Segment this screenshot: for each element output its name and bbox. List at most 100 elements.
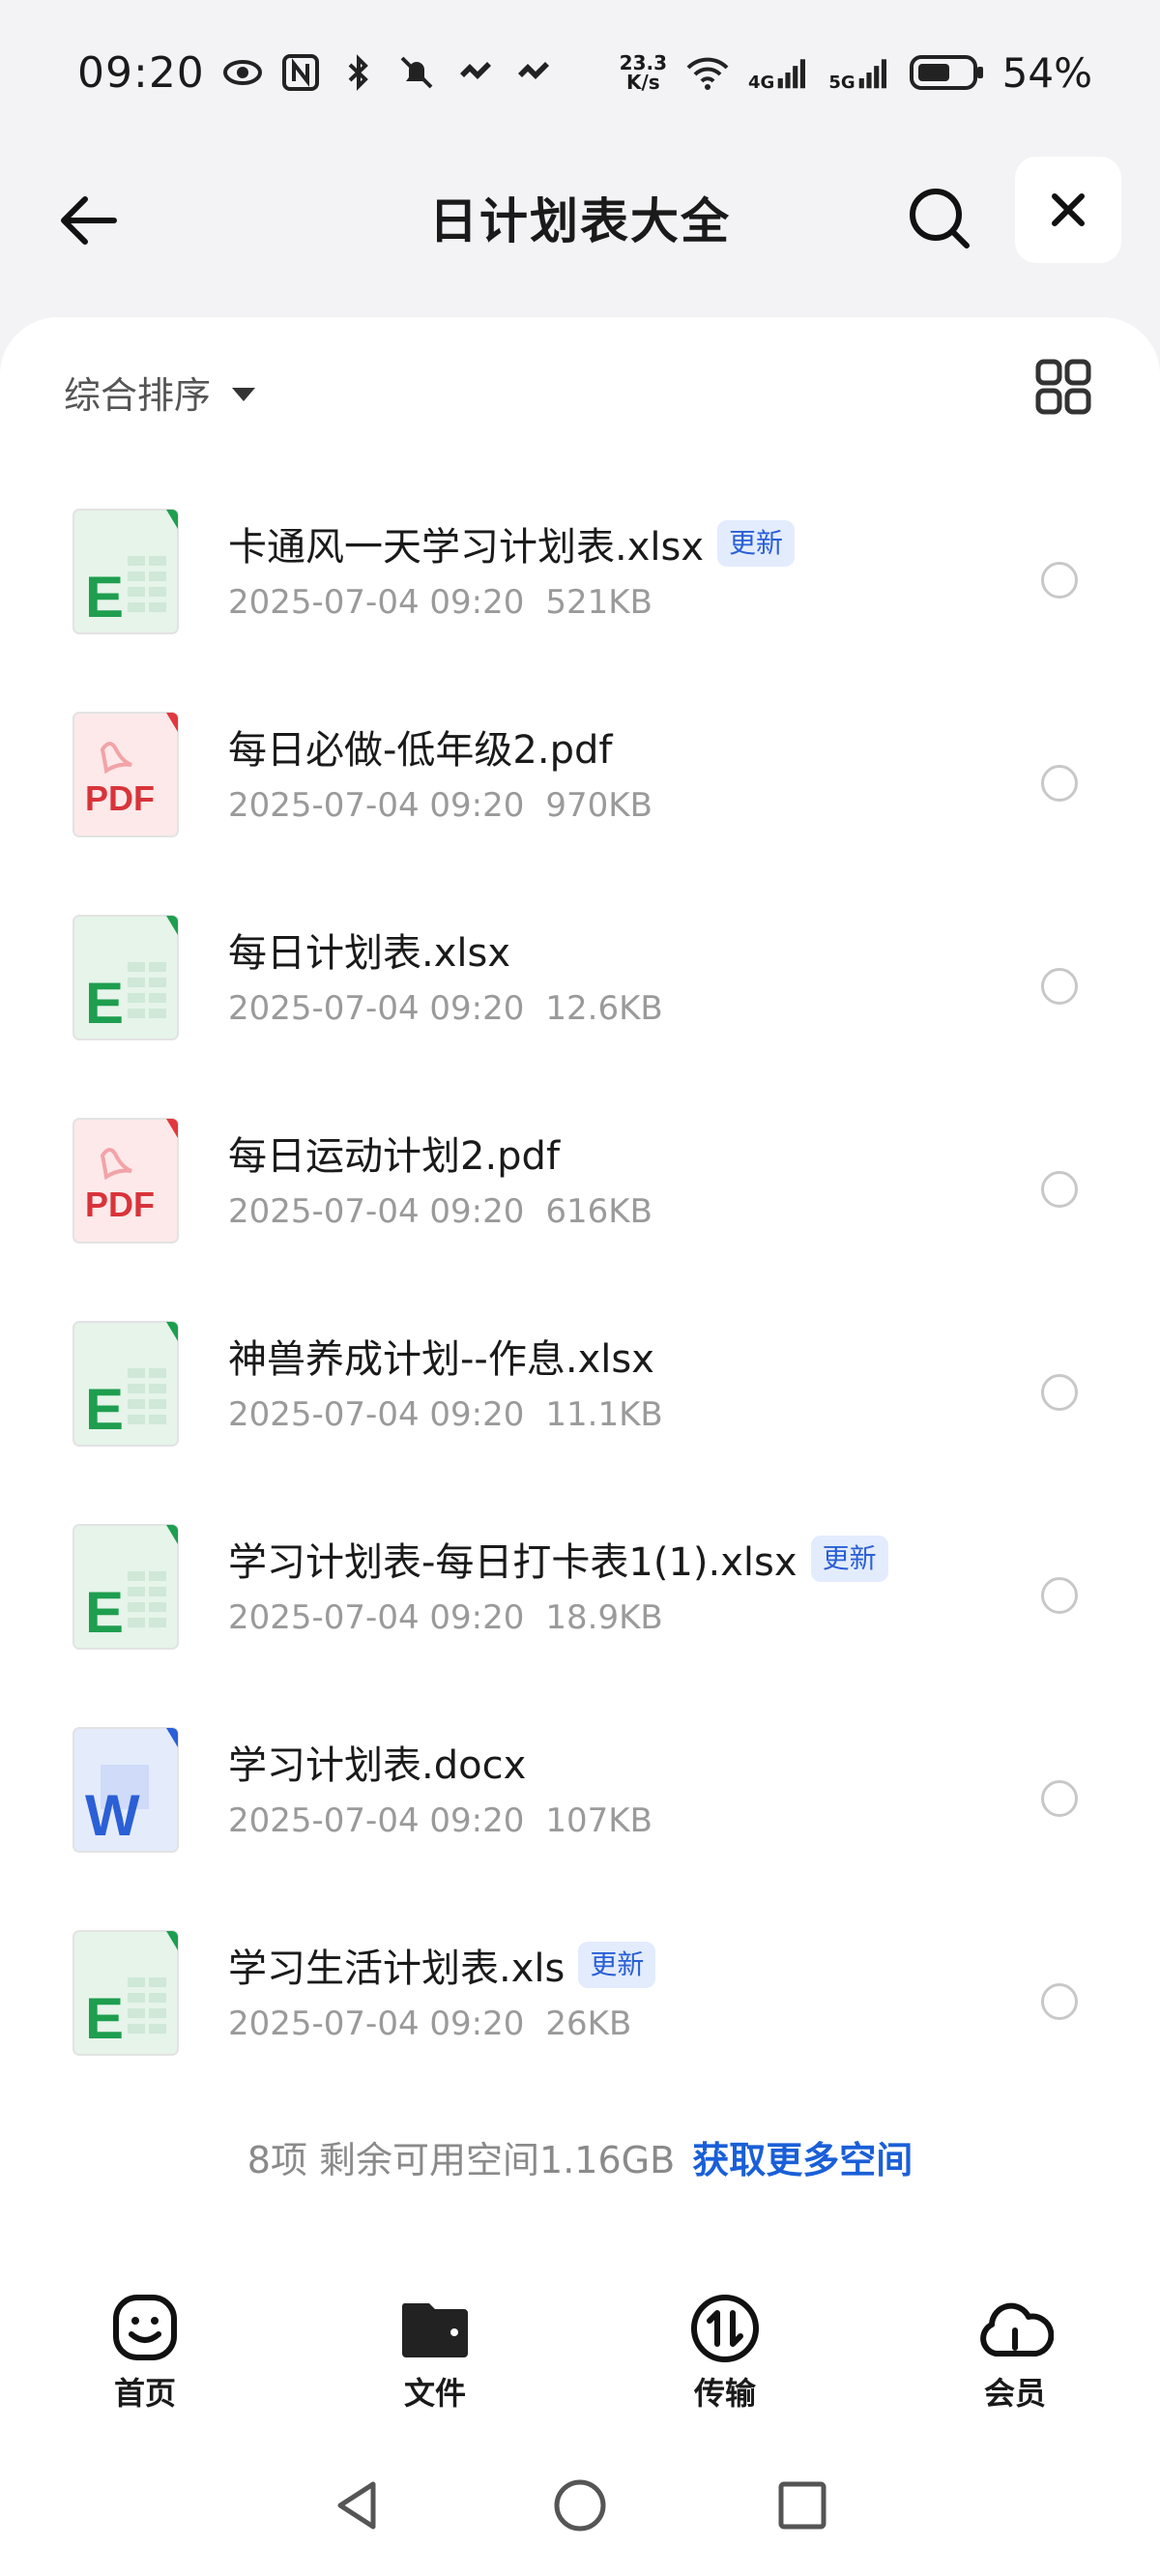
file-date: 2025-07-04 09:20 [228,1598,525,1637]
file-size: 18.9KB [545,1598,663,1637]
nfc-icon [281,54,319,91]
nav-item-files[interactable]: 文件 [290,2261,580,2435]
file-date: 2025-07-04 09:20 [228,2005,525,2043]
select-radio[interactable] [1041,1577,1078,1614]
storage-summary: 8项 剩余可用空间1.16GB [246,2139,676,2181]
file-row[interactable]: E 卡通风一天学习计划表.xlsx 更新 2025-07-04 09:20 521KB [0,477,1160,680]
file-name-line: 每日运动计划2.pdf [228,1125,560,1181]
close-icon [1052,193,1085,226]
home-circle-icon[interactable] [551,2476,609,2534]
file-row[interactable]: E 神兽养成计划--作息.xlsx 2025-07-04 09:20 11.1KB [0,1289,1160,1492]
file-row[interactable]: W 学习计划表.docx 2025-07-04 09:20 107KB [0,1695,1160,1898]
select-radio[interactable] [1041,1374,1078,1411]
nav-item-home[interactable]: 首页 [0,2261,290,2435]
file-name: 卡通风一天学习计划表.xlsx [228,525,705,570]
file-list: E 卡通风一天学习计划表.xlsx 更新 2025-07-04 09:20 521KB P… [0,477,1160,2101]
bottom-nav: 首页 文件 传输 会员 [0,2261,1160,2435]
excel-file-icon: E [72,1320,180,1448]
file-type-label: W [85,1783,140,1848]
word-file-icon: W [72,1726,180,1854]
file-date: 2025-07-04 09:20 [228,989,525,1028]
nav-item-member[interactable]: 会员 [870,2261,1160,2435]
file-name-line: 每日计划表.xlsx [228,922,510,978]
file-date: 2025-07-04 09:20 [228,786,525,825]
file-size: 12.6KB [545,989,663,1028]
file-name-line: 每日必做-低年级2.pdf [228,718,612,775]
page-title: 日计划表大全 [429,193,731,249]
battery-percent: 54% [1001,48,1092,97]
file-meta: 2025-07-04 09:20 12.6KB [228,989,663,1028]
folder-icon [401,2303,468,2357]
nav-label-home: 首页 [113,2375,176,2412]
signal-5g-label: 5G [828,73,856,93]
file-size: 26KB [545,2005,632,2043]
file-size: 11.1KB [545,1395,663,1434]
sort-dropdown[interactable]: 综合排序 [64,366,256,419]
get-more-space-link[interactable]: 获取更多空间 [692,2139,913,2181]
nav-item-transfer[interactable]: 传输 [580,2261,870,2435]
eye-icon [222,60,262,85]
header: 日计划表大全 [0,145,1160,319]
grid-view-icon[interactable] [1032,356,1094,418]
file-name: 神兽养成计划--作息.xlsx [228,1337,654,1382]
bell-muted-icon [400,56,433,89]
select-radio[interactable] [1041,1171,1078,1208]
storage-footer: 8项 剩余可用空间1.16GB 获取更多空间 [0,2130,1160,2183]
nav-label-files: 文件 [403,2375,466,2412]
file-date: 2025-07-04 09:20 [228,1395,525,1434]
net-speed-unit: K/s [625,71,660,94]
file-name: 每日运动计划2.pdf [228,1134,561,1179]
file-meta: 2025-07-04 09:20 26KB [228,2005,631,2043]
file-row[interactable]: E 学习计划表-每日打卡表1(1).xlsx 更新 2025-07-04 09:20 1… [0,1492,1160,1695]
app-notif-icon-2 [517,62,549,79]
pdf-file-icon: PDF [72,711,180,838]
file-type-label: E [85,1580,125,1645]
file-name: 每日计划表.xlsx [228,931,511,976]
file-size: 107KB [545,1801,652,1840]
select-radio[interactable] [1041,1983,1078,2020]
transfer-icon [691,2295,759,2362]
wifi-icon [686,57,729,90]
file-row[interactable]: E 学习生活计划表.xls 更新 2025-07-04 09:20 26KB [0,1898,1160,2101]
net-speed-value: 23.3 [619,51,668,74]
recents-square-icon[interactable] [773,2476,831,2534]
sort-label: 综合排序 [64,374,212,417]
signal-bars-icon-1 [778,59,806,89]
file-type-label: PDF [85,778,155,818]
status-bar: 09:20 23.3 K/s 4G 5G 54% [0,0,1160,145]
file-size: 616KB [545,1192,652,1231]
arrow-left-icon [61,196,117,245]
file-type-label: E [85,1986,125,2051]
file-date: 2025-07-04 09:20 [228,1192,525,1231]
file-row[interactable]: PDF 每日运动计划2.pdf 2025-07-04 09:20 616KB [0,1086,1160,1289]
update-badge: 更新 [810,1536,888,1582]
file-row[interactable]: PDF 每日必做-低年级2.pdf 2025-07-04 09:20 970KB [0,680,1160,883]
file-meta: 2025-07-04 09:20 18.9KB [228,1598,663,1637]
update-badge: 更新 [578,1942,656,1988]
back-triangle-icon[interactable] [329,2476,387,2534]
close-button[interactable] [1015,157,1121,263]
file-type-label: E [85,971,125,1036]
file-name: 学习计划表.docx [228,1743,527,1788]
file-name-line: 学习生活计划表.xls 更新 [228,1937,656,1993]
file-meta: 2025-07-04 09:20 521KB [228,583,652,622]
file-date: 2025-07-04 09:20 [228,1801,525,1840]
bluetooth-icon [348,54,368,91]
search-icon [910,189,970,249]
select-radio[interactable] [1041,968,1078,1005]
net-speed: 23.3 K/s [620,53,667,92]
status-left: 09:20 [77,48,553,98]
select-radio[interactable] [1041,562,1078,599]
select-radio[interactable] [1041,765,1078,802]
excel-file-icon: E [72,914,180,1041]
file-size: 970KB [545,786,652,825]
file-row[interactable]: E 每日计划表.xlsx 2025-07-04 09:20 12.6KB [0,883,1160,1086]
home-smile-icon [113,2295,177,2360]
select-radio[interactable] [1041,1780,1078,1817]
file-date: 2025-07-04 09:20 [228,583,525,622]
pdf-file-icon: PDF [72,1117,180,1244]
back-button[interactable] [48,182,126,259]
search-button[interactable] [901,180,978,257]
signal-4g-label: 4G [748,73,775,93]
status-time: 09:20 [77,47,205,98]
